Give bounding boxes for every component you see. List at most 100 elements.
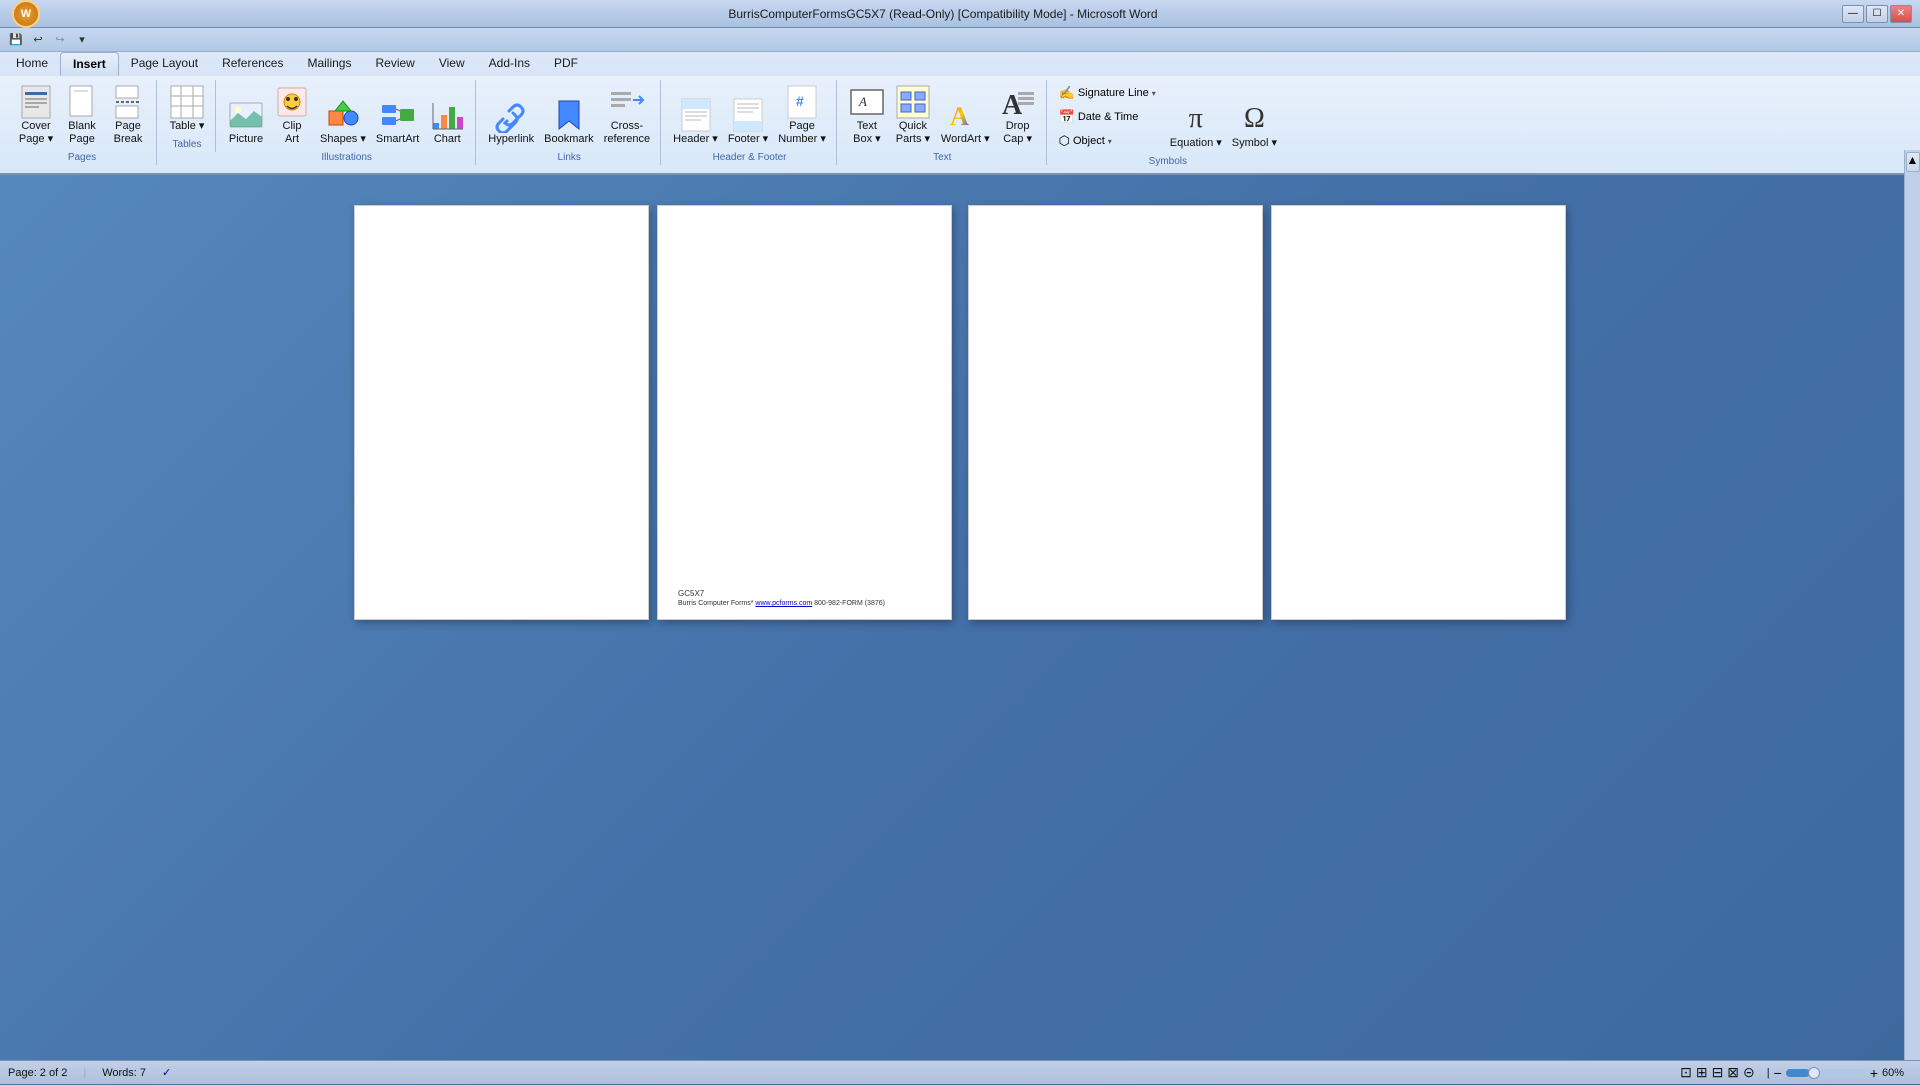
symbol-icon: Ω [1236,101,1272,137]
table-button[interactable]: Table ▾ [165,82,209,135]
zoom-out-button[interactable]: − [1774,1065,1782,1081]
view-web-icon[interactable]: ⊟ [1712,1064,1724,1081]
header-button[interactable]: Header ▾ [669,95,722,148]
word-count: Words: 7 [102,1067,146,1079]
hyperlink-label: Hyperlink [488,133,534,146]
minimize-button[interactable]: — [1842,5,1864,23]
date-time-icon: 📅 [1059,109,1075,125]
tab-home[interactable]: Home [4,52,60,76]
symbol-button[interactable]: Ω Symbol ▾ [1228,99,1281,152]
group-symbols: ✍ Signature Line ▾ 📅 Date & Time ⬡ Objec… [1049,80,1287,169]
maximize-button[interactable]: ☐ [1866,5,1888,23]
view-draft-icon[interactable]: ⊝ [1743,1064,1755,1081]
shapes-label: Shapes ▾ [320,133,366,146]
tab-mailings[interactable]: Mailings [295,52,363,76]
view-fullread-icon[interactable]: ⊞ [1696,1064,1708,1081]
blank-page-label: BlankPage [68,120,96,146]
header-footer-items: Header ▾ Footer ▾ # PageNumber ▾ [669,82,830,148]
page-footer-line2: Burris Computer Forms* www.pcforms.com 8… [678,599,885,609]
clip-art-button[interactable]: ClipArt [270,82,314,148]
tab-pdf[interactable]: PDF [542,52,590,76]
links-items: Hyperlink Bookmark Cross-reference [484,82,654,148]
page-2-footer: GC5X7 Burris Computer Forms* www.pcforms… [678,588,885,609]
view-outline-icon[interactable]: ⊠ [1727,1064,1739,1081]
pages-items: CoverPage ▾ BlankPage PageBreak [14,82,150,148]
window-title: BurrisComputerFormsGC5X7 (Read-Only) [Co… [44,7,1842,21]
save-button[interactable]: 💾 [6,31,26,49]
quick-parts-label: QuickParts ▾ [896,120,930,146]
object-button[interactable]: ⬡ Object ▾ [1055,130,1160,152]
document-page-2: GC5X7 Burris Computer Forms* www.pcforms… [657,205,952,620]
symbols-items: ✍ Signature Line ▾ 📅 Date & Time ⬡ Objec… [1055,82,1281,152]
page-number-icon: # [784,84,820,120]
text-box-label: TextBox ▾ [853,120,881,146]
chart-label: Chart [434,133,461,146]
undo-button[interactable]: ↩ [28,31,48,49]
tab-insert[interactable]: Insert [60,52,119,76]
drop-cap-button[interactable]: A DropCap ▾ [996,82,1040,148]
view-print-icon[interactable]: ⊡ [1680,1064,1692,1081]
wordart-label: WordArt ▾ [941,133,990,146]
text-group-label: Text [845,152,1040,163]
blank-page-button[interactable]: BlankPage [60,82,104,148]
wordart-icon: A [947,97,983,133]
wordart-button[interactable]: A WordArt ▾ [937,95,994,148]
picture-icon [228,97,264,133]
vertical-scrollbar[interactable]: ▲ [1904,150,1920,1060]
ribbon-tabs: Home Insert Page Layout References Maili… [0,52,1920,76]
tab-view[interactable]: View [427,52,477,76]
window-controls[interactable]: — ☐ ✕ [1842,5,1912,23]
footer-button[interactable]: Footer ▾ [724,95,772,148]
group-illustrations: Picture ClipArt Shapes ▾ [218,80,476,165]
tab-references[interactable]: References [210,52,295,76]
page-number-button[interactable]: # PageNumber ▾ [774,82,830,148]
tab-review[interactable]: Review [363,52,426,76]
group-tables: Table ▾ Tables [159,80,216,152]
picture-button[interactable]: Picture [224,95,268,148]
date-time-button[interactable]: 📅 Date & Time [1055,106,1160,128]
cover-page-button[interactable]: CoverPage ▾ [14,82,58,148]
ribbon: Home Insert Page Layout References Maili… [0,52,1920,175]
document-page-1 [354,205,649,620]
header-footer-group-label: Header & Footer [669,152,830,163]
group-text: A TextBox ▾ QuickParts ▾ A WordArt ▾ [839,80,1047,165]
smartart-label: SmartArt [376,133,419,146]
bookmark-button[interactable]: Bookmark [540,95,598,148]
object-icon: ⬡ [1059,133,1070,149]
cross-reference-button[interactable]: Cross-reference [600,82,654,148]
picture-label: Picture [229,133,263,146]
drop-cap-icon: A [1000,84,1036,120]
shapes-button[interactable]: Shapes ▾ [316,95,370,148]
spell-check-icon[interactable]: ✓ [162,1066,171,1079]
tables-items: Table ▾ [165,82,209,135]
cross-reference-icon [609,84,645,120]
tab-addins[interactable]: Add-Ins [477,52,542,76]
quick-access-dropdown[interactable]: ▾ [72,31,92,49]
zoom-level: 60% [1882,1067,1912,1079]
status-bar: Page: 2 of 2 | Words: 7 ✓ ⊡ ⊞ ⊟ ⊠ ⊝ | − … [0,1060,1920,1084]
office-button[interactable]: W [12,0,40,28]
ribbon-content: CoverPage ▾ BlankPage PageBreak Pages [0,76,1920,173]
hyperlink-button[interactable]: Hyperlink [484,95,538,148]
drop-cap-label: DropCap ▾ [1003,120,1032,146]
pages-group-label: Pages [14,152,150,163]
equation-button[interactable]: π Equation ▾ [1166,99,1226,152]
chart-button[interactable]: Chart [425,95,469,148]
tab-page-layout[interactable]: Page Layout [119,52,210,76]
quick-parts-icon [895,84,931,120]
hyperlink-icon [493,97,529,133]
pages-container: GC5X7 Burris Computer Forms* www.pcforms… [354,205,1566,620]
smartart-button[interactable]: SmartArt [372,95,423,148]
page-break-button[interactable]: PageBreak [106,82,150,148]
signature-line-button[interactable]: ✍ Signature Line ▾ [1055,82,1160,104]
zoom-in-button[interactable]: + [1870,1065,1878,1081]
quick-parts-button[interactable]: QuickParts ▾ [891,82,935,148]
header-label: Header ▾ [673,133,718,146]
close-button[interactable]: ✕ [1890,5,1912,23]
redo-button[interactable]: ↪ [50,31,70,49]
document-page-4 [1271,205,1566,620]
zoom-slider[interactable] [1786,1069,1866,1077]
illustrations-group-label: Illustrations [224,152,469,163]
text-box-button[interactable]: A TextBox ▾ [845,82,889,148]
status-right: ⊡ ⊞ ⊟ ⊠ ⊝ | − + 60% [1680,1064,1912,1081]
